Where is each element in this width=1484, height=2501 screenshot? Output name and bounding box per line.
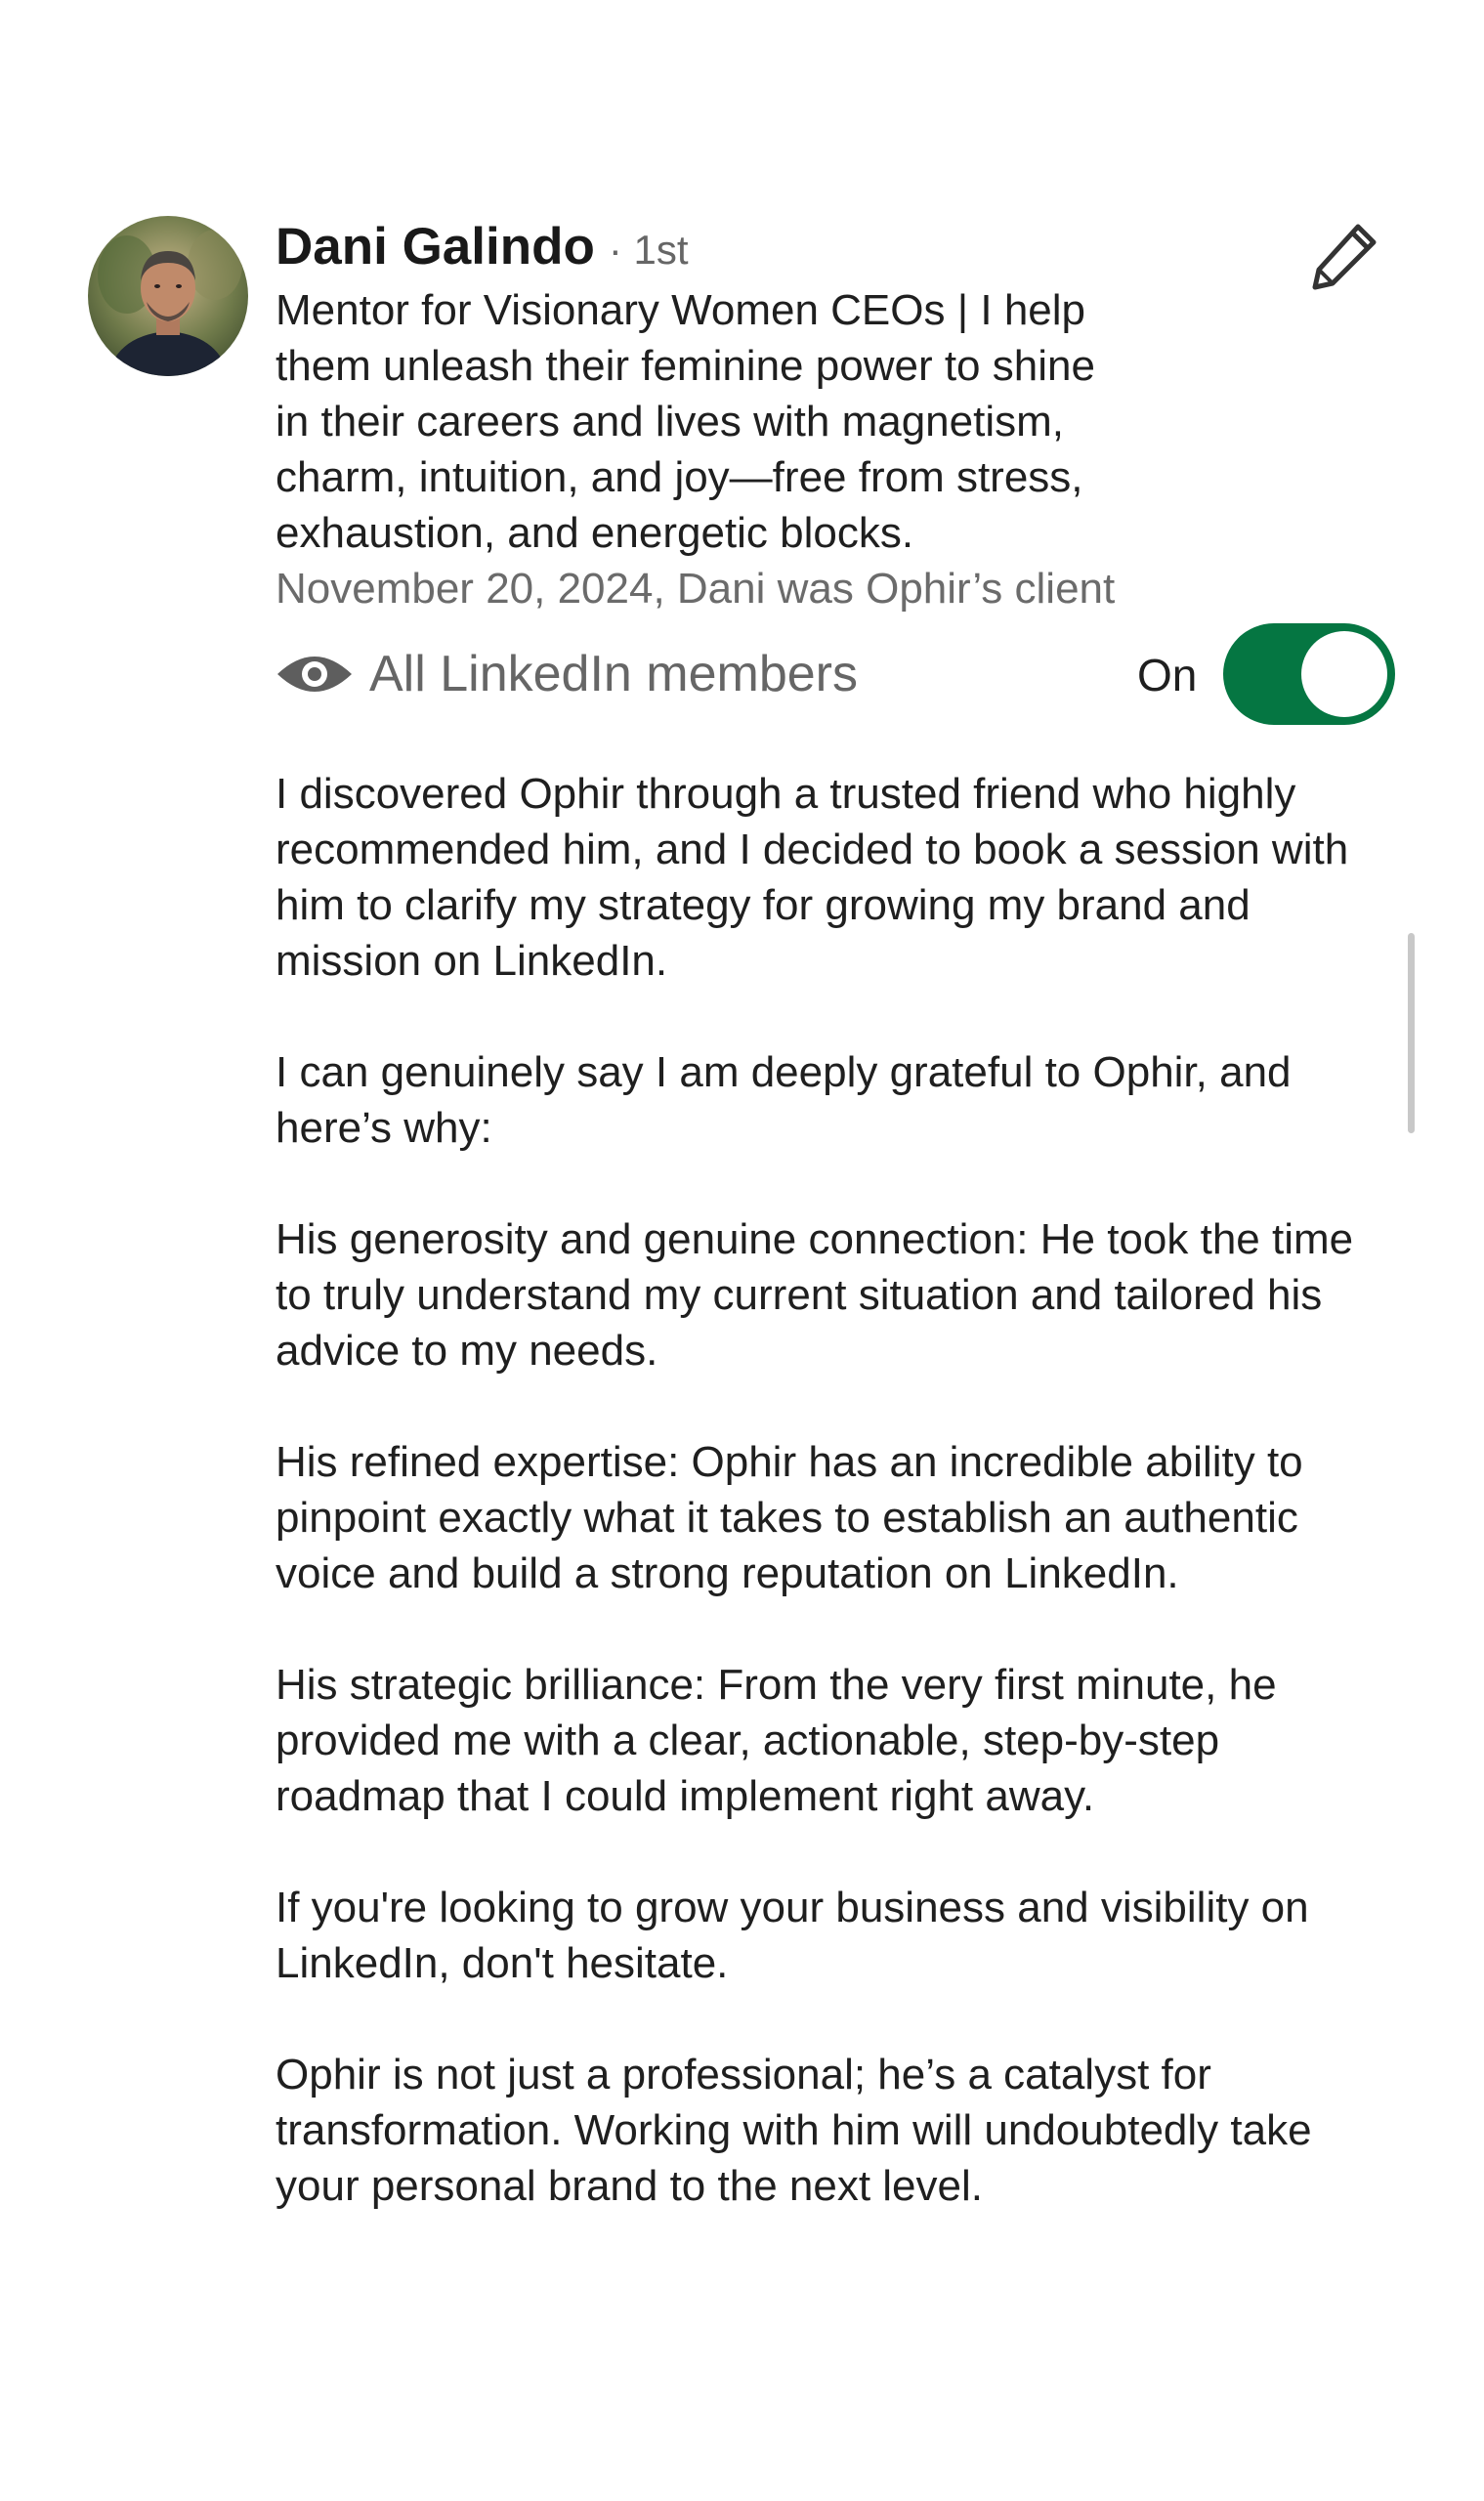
recommendation-paragraph: I can genuinely say I am deeply grateful… xyxy=(276,1048,1292,1152)
visibility-label: All LinkedIn members xyxy=(369,646,858,702)
recommender-header: Dani Galindo · 1st Mentor for Visionary … xyxy=(276,217,1252,616)
recommendation-paragraph: Ophir is not just a professional; he’s a… xyxy=(276,2051,1312,2210)
headline-line: exhaustion, and energetic blocks. xyxy=(276,509,914,557)
recommendation-paragraph: His generosity and genuine connection: H… xyxy=(276,1215,1354,1375)
relationship-date: November 20, 2024, Dani was Ophir’s clie… xyxy=(276,565,1116,613)
recommendation-paragraph: His strategic brilliance: From the very … xyxy=(276,1661,1277,1820)
pencil-icon xyxy=(1312,224,1377,290)
headline-line: in their careers and lives with magnetis… xyxy=(276,398,1064,445)
scrollbar[interactable] xyxy=(1408,933,1415,1133)
recommendation-text: I discovered Ophir through a trusted fri… xyxy=(276,766,1389,2269)
toggle-knob xyxy=(1301,631,1387,717)
visibility-row: All LinkedIn members On xyxy=(276,623,1399,725)
headline-line: them unleash their feminine power to shi… xyxy=(276,342,1095,390)
visibility-toggle[interactable] xyxy=(1223,623,1395,725)
connection-degree: · 1st xyxy=(608,227,689,273)
headline-line: Mentor for Visionary Women CEOs | I help xyxy=(276,286,1086,334)
toggle-state-label: On xyxy=(1137,650,1198,700)
recommender-avatar[interactable] xyxy=(88,216,248,376)
recommendation-paragraph: I discovered Ophir through a trusted fri… xyxy=(276,770,1349,985)
recommender-name[interactable]: Dani Galindo xyxy=(276,217,595,276)
recommendation-paragraph: If you're looking to grow your business … xyxy=(276,1884,1309,1987)
recommendation-paragraph: His refined expertise: Ophir has an incr… xyxy=(276,1438,1303,1597)
headline-line: charm, intuition, and joy—free from stre… xyxy=(276,453,1083,501)
eye-icon xyxy=(277,657,352,692)
edit-button[interactable] xyxy=(1305,217,1383,295)
recommender-headline: Mentor for Visionary Women CEOs | I help… xyxy=(276,282,1233,561)
name-row: Dani Galindo · 1st xyxy=(276,217,1252,276)
